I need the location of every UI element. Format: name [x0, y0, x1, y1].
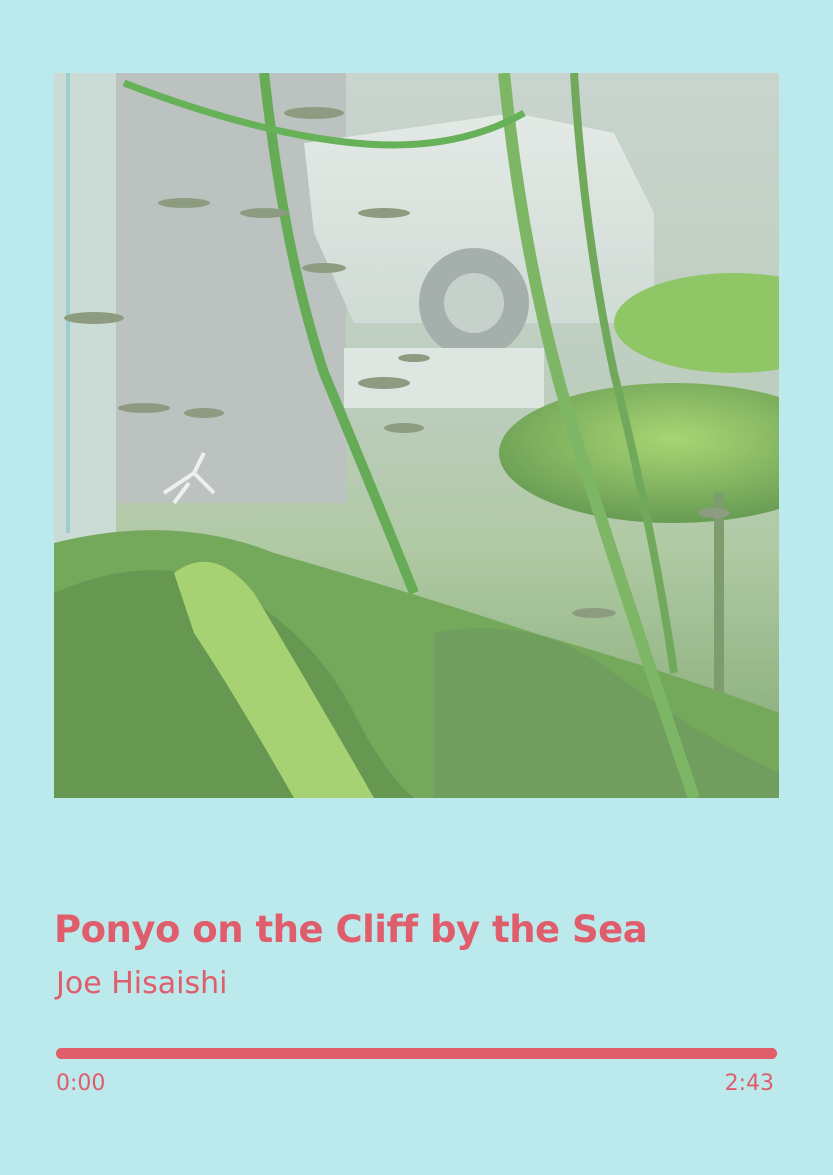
album-cover-art	[54, 73, 779, 798]
track-title: Ponyo on the Cliff by the Sea	[54, 908, 648, 951]
current-time: 0:00	[56, 1071, 106, 1096]
progress-bar[interactable]	[56, 1048, 777, 1059]
track-artist[interactable]: Joe Hisaishi	[56, 966, 227, 1001]
progress-bar-fill	[56, 1048, 777, 1059]
total-duration: 2:43	[724, 1071, 774, 1096]
